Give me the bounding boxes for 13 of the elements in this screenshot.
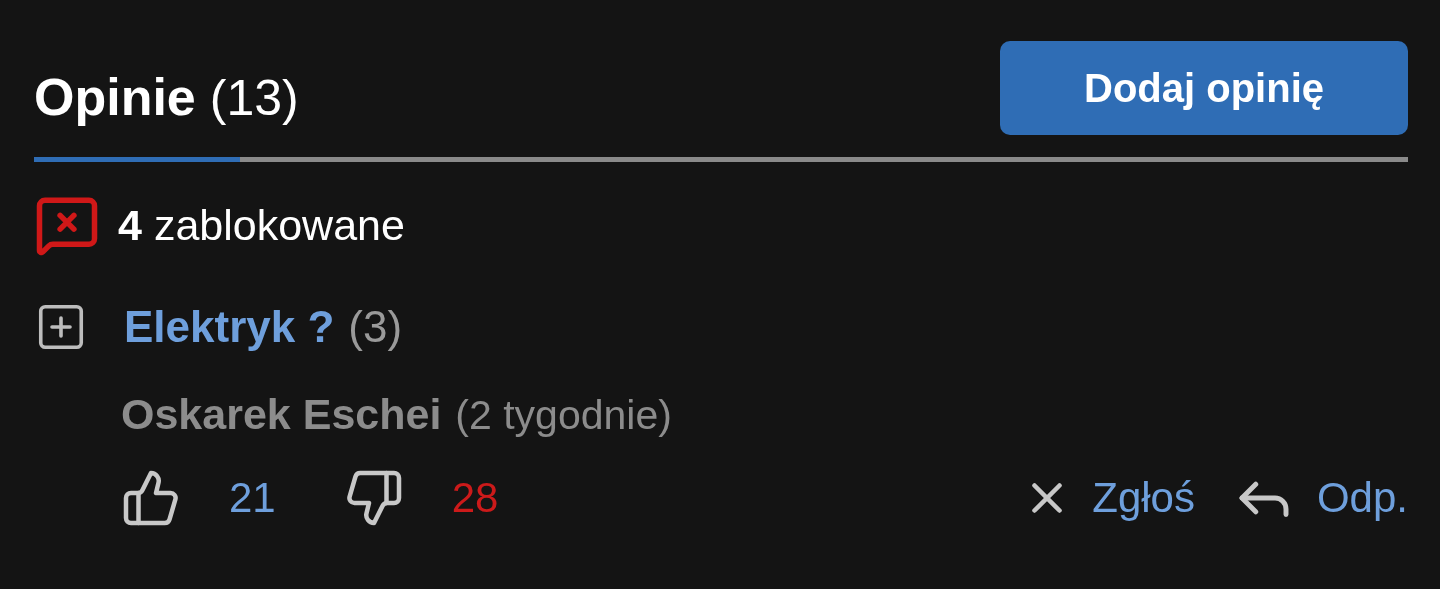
add-opinion-button[interactable]: Dodaj opinię: [1000, 41, 1408, 135]
opinion-count: (13): [209, 69, 299, 127]
reply-count: (3): [348, 302, 403, 352]
reply-link[interactable]: Odp.: [1230, 465, 1408, 531]
post-age: (2 tygodnie): [455, 392, 672, 439]
thumbs-up-icon[interactable]: [121, 468, 181, 528]
blocked-count: 4 zablokowane: [118, 200, 405, 250]
section-title: Opinie: [34, 67, 196, 127]
thread-title-link[interactable]: Elektryk ?: [124, 302, 335, 352]
report-link[interactable]: Zgłoś: [1022, 473, 1195, 523]
author-name: Oskarek Eschei: [121, 390, 442, 439]
dislike-count: 28: [451, 474, 499, 522]
like-count: 21: [229, 474, 276, 522]
